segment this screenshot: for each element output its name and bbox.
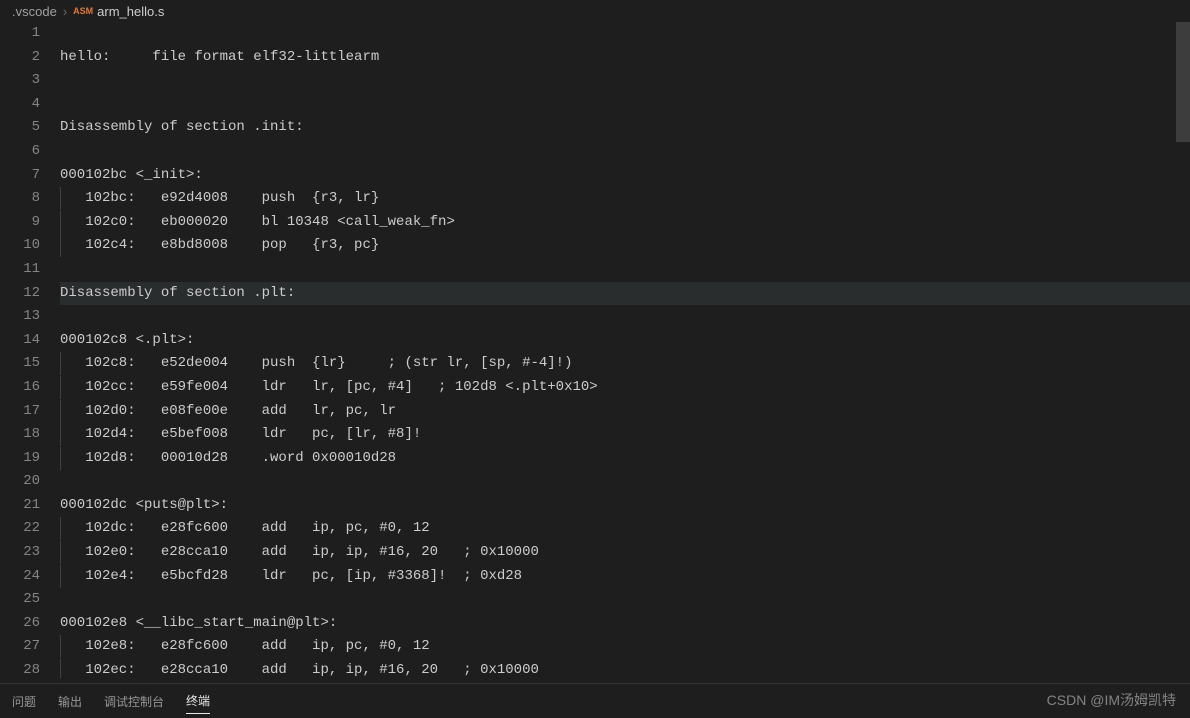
code-line[interactable]: 102e4: e5bcfd28 ldr pc, [ip, #3368]! ; 0…	[60, 565, 1190, 589]
breadcrumb-folder[interactable]: .vscode	[12, 4, 57, 19]
code-line[interactable]: 102c4: e8bd8008 pop {r3, pc}	[60, 234, 1190, 258]
line-number: 27	[0, 635, 40, 659]
file-type-badge: ASM	[73, 6, 93, 16]
breadcrumb-file[interactable]: arm_hello.s	[97, 4, 164, 19]
code-line[interactable]	[60, 93, 1190, 117]
code-line[interactable]	[60, 305, 1190, 329]
line-number: 12	[0, 282, 40, 306]
code-line[interactable]: 102e0: e28cca10 add ip, ip, #16, 20 ; 0x…	[60, 541, 1190, 565]
line-number: 4	[0, 93, 40, 117]
code-line[interactable]: 102c8: e52de004 push {lr} ; (str lr, [sp…	[60, 352, 1190, 376]
panel-tab-0[interactable]: 问题	[12, 689, 36, 714]
code-line[interactable]: 102dc: e28fc600 add ip, pc, #0, 12	[60, 517, 1190, 541]
code-line[interactable]	[60, 69, 1190, 93]
line-number: 26	[0, 612, 40, 636]
code-line[interactable]: 000102c8 <.plt>:	[60, 329, 1190, 353]
line-number: 11	[0, 258, 40, 282]
line-number: 18	[0, 423, 40, 447]
line-number: 16	[0, 376, 40, 400]
code-line[interactable]: 000102bc <_init>:	[60, 164, 1190, 188]
line-number: 17	[0, 400, 40, 424]
panel-tabs: 问题输出调试控制台终端	[0, 683, 1190, 718]
line-number: 2	[0, 46, 40, 70]
line-number: 20	[0, 470, 40, 494]
line-number: 23	[0, 541, 40, 565]
code-line[interactable]	[60, 22, 1190, 46]
code-line[interactable]	[60, 258, 1190, 282]
line-number: 10	[0, 234, 40, 258]
panel-tab-1[interactable]: 输出	[58, 689, 82, 714]
line-number: 24	[0, 565, 40, 589]
line-number: 7	[0, 164, 40, 188]
line-number: 25	[0, 588, 40, 612]
line-number-gutter: 1234567891011121314151617181920212223242…	[0, 22, 60, 678]
line-number: 28	[0, 659, 40, 678]
line-number: 13	[0, 305, 40, 329]
code-line[interactable]: Disassembly of section .plt:	[60, 282, 1190, 306]
line-number: 6	[0, 140, 40, 164]
line-number: 5	[0, 116, 40, 140]
code-line[interactable]: 102d0: e08fe00e add lr, pc, lr	[60, 400, 1190, 424]
code-line[interactable]: 000102dc <puts@plt>:	[60, 494, 1190, 518]
line-number: 22	[0, 517, 40, 541]
panel-tab-2[interactable]: 调试控制台	[104, 689, 164, 714]
scrollbar-thumb[interactable]	[1176, 22, 1190, 142]
watermark: CSDN @IM汤姆凯特	[1047, 690, 1176, 710]
code-line[interactable]: 102c0: eb000020 bl 10348 <call_weak_fn>	[60, 211, 1190, 235]
line-number: 14	[0, 329, 40, 353]
vertical-scrollbar[interactable]	[1176, 22, 1190, 678]
code-line[interactable]	[60, 140, 1190, 164]
line-number: 19	[0, 447, 40, 471]
code-line[interactable]	[60, 588, 1190, 612]
breadcrumb-separator: ›	[63, 4, 67, 19]
code-line[interactable]: 102e8: e28fc600 add ip, pc, #0, 12	[60, 635, 1190, 659]
code-line[interactable]: 102ec: e28cca10 add ip, ip, #16, 20 ; 0x…	[60, 659, 1190, 678]
code-line[interactable]	[60, 470, 1190, 494]
code-content[interactable]: hello: file format elf32-littlearm Disass…	[60, 22, 1190, 678]
line-number: 8	[0, 187, 40, 211]
line-number: 1	[0, 22, 40, 46]
panel-tab-3[interactable]: 终端	[186, 688, 210, 714]
line-number: 15	[0, 352, 40, 376]
code-line[interactable]: 000102e8 <__libc_start_main@plt>:	[60, 612, 1190, 636]
code-line[interactable]: 102d8: 00010d28 .word 0x00010d28	[60, 447, 1190, 471]
line-number: 3	[0, 69, 40, 93]
line-number: 9	[0, 211, 40, 235]
line-number: 21	[0, 494, 40, 518]
code-line[interactable]: 102bc: e92d4008 push {r3, lr}	[60, 187, 1190, 211]
code-line[interactable]: hello: file format elf32-littlearm	[60, 46, 1190, 70]
breadcrumb: .vscode › ASM arm_hello.s	[0, 0, 1190, 22]
code-line[interactable]: 102cc: e59fe004 ldr lr, [pc, #4] ; 102d8…	[60, 376, 1190, 400]
code-editor[interactable]: 1234567891011121314151617181920212223242…	[0, 22, 1190, 678]
code-line[interactable]: 102d4: e5bef008 ldr pc, [lr, #8]!	[60, 423, 1190, 447]
code-line[interactable]: Disassembly of section .init:	[60, 116, 1190, 140]
